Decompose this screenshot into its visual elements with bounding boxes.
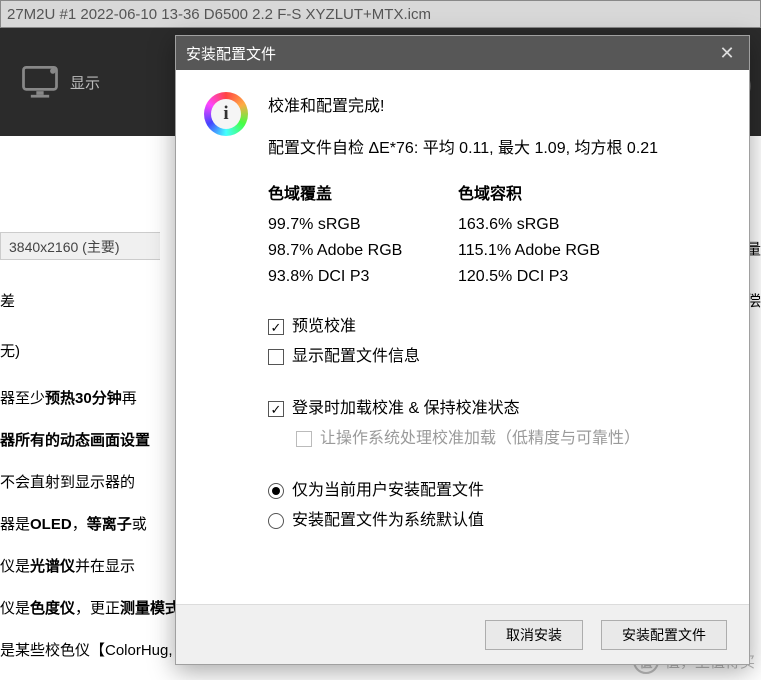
checkbox-label: 预览校准 (292, 312, 356, 342)
install-profile-dialog: 安装配置文件 ✕ i 校准和配置完成! 配置文件自检 ΔE*76: 平均 0.1… (175, 35, 750, 665)
checkbox-label: 显示配置文件信息 (292, 342, 420, 372)
checkbox-label: 让操作系统处理校准加载（低精度与可靠性） (320, 424, 640, 454)
info-icon: i (204, 92, 248, 136)
checkbox-show-info[interactable]: 显示配置文件信息 (268, 342, 721, 372)
done-message: 校准和配置完成! (268, 92, 721, 116)
volume-p3: 120.5% DCI P3 (458, 264, 648, 290)
radio-current-user[interactable]: 仅为当前用户安装配置文件 (268, 476, 721, 506)
volume-column: 色域容积 163.6% sRGB 115.1% Adobe RGB 120.5%… (458, 182, 648, 290)
radio-system-default[interactable]: 安装配置文件为系统默认值 (268, 506, 721, 536)
dialog-titlebar: 安装配置文件 ✕ (176, 36, 749, 70)
toolbar-item-label: 显示 (70, 72, 100, 93)
radio-label: 安装配置文件为系统默认值 (292, 506, 484, 536)
checkbox-os-handle: 让操作系统处理校准加载（低精度与可靠性） (268, 424, 721, 454)
bg-resolution: 3840x2160 (主要) (0, 232, 160, 260)
cancel-button[interactable]: 取消安装 (485, 620, 583, 650)
volume-argb: 115.1% Adobe RGB (458, 238, 648, 264)
coverage-p3: 93.8% DCI P3 (268, 264, 458, 290)
coverage-column: 色域覆盖 99.7% sRGB 98.7% Adobe RGB 93.8% DC… (268, 182, 458, 290)
checkbox-icon (268, 349, 284, 365)
install-button[interactable]: 安装配置文件 (601, 620, 727, 650)
volume-srgb: 163.6% sRGB (458, 212, 648, 238)
coverage-argb: 98.7% Adobe RGB (268, 238, 458, 264)
dialog-footer: 取消安装 安装配置文件 (176, 604, 749, 664)
checkbox-label: 登录时加载校准 & 保持校准状态 (292, 394, 520, 424)
radio-icon (268, 483, 284, 499)
coverage-srgb: 99.7% sRGB (268, 212, 458, 238)
filename-text: 27M2U #1 2022-06-10 13-36 D6500 2.2 F-S … (7, 6, 431, 23)
filename-bar: 27M2U #1 2022-06-10 13-36 D6500 2.2 F-S … (0, 0, 761, 28)
radio-label: 仅为当前用户安装配置文件 (292, 476, 484, 506)
coverage-header: 色域覆盖 (268, 182, 458, 208)
checkbox-icon (268, 401, 284, 417)
bg-frag1: 差 (0, 290, 15, 311)
checkbox-preview[interactable]: 预览校准 (268, 312, 721, 342)
bg-frag2: 无) (0, 340, 20, 361)
toolbar-item-display[interactable]: 显示 (0, 47, 118, 117)
close-icon[interactable]: ✕ (715, 43, 739, 64)
radio-icon (268, 513, 284, 529)
monitor-icon (18, 60, 62, 104)
volume-header: 色域容积 (458, 182, 648, 208)
dialog-title: 安装配置文件 (186, 43, 276, 64)
checkbox-load-on-login[interactable]: 登录时加载校准 & 保持校准状态 (268, 394, 721, 424)
gamut-grid: 色域覆盖 99.7% sRGB 98.7% Adobe RGB 93.8% DC… (268, 182, 721, 290)
checkbox-icon (296, 431, 312, 447)
self-check-line: 配置文件自检 ΔE*76: 平均 0.11, 最大 1.09, 均方根 0.21 (268, 134, 721, 158)
checkbox-icon (268, 319, 284, 335)
dialog-body: i 校准和配置完成! 配置文件自检 ΔE*76: 平均 0.11, 最大 1.0… (176, 70, 749, 604)
